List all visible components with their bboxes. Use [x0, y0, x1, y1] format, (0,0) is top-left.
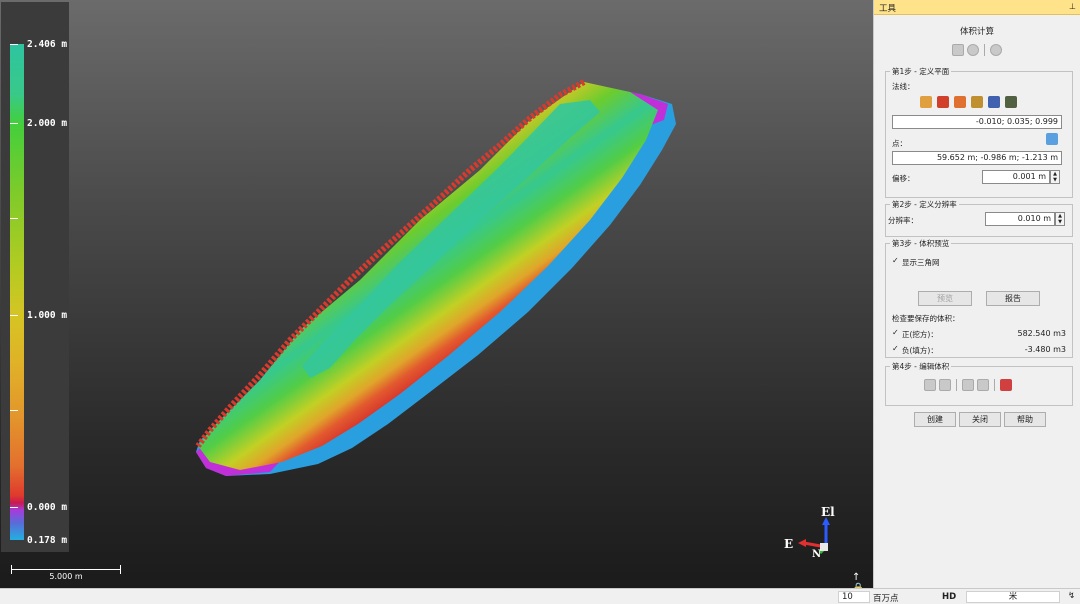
- normal-field[interactable]: -0.010; 0.035; 0.999: [892, 115, 1062, 129]
- resolution-stepper[interactable]: ▲ ▼: [1055, 212, 1065, 226]
- edit-volume-tools: [924, 378, 1012, 392]
- panel-header: 工具 ⊥: [874, 0, 1080, 15]
- check-volumes-label: 检查要保存的体积：: [892, 314, 960, 323]
- normal-label: 法线：: [892, 82, 915, 91]
- legend-label-1m: 1.000 m: [27, 310, 68, 321]
- legend-label-max: 2.406 m: [27, 39, 68, 50]
- offset-stepper[interactable]: ▲ ▼: [1050, 170, 1060, 184]
- legend-label-min: 0.178 m: [27, 535, 68, 546]
- histogram-icon[interactable]: [1000, 379, 1012, 391]
- legend-tick: [10, 44, 18, 45]
- positive-value: 582.540 m3: [1017, 329, 1066, 338]
- 3d-viewport[interactable]: 2.406 m 2.000 m 1.000 m 0.000 m 0.178 m …: [0, 0, 873, 588]
- resolution-label: 分辨率：: [888, 216, 918, 225]
- quality-label: HD: [942, 592, 957, 602]
- legend-tick: [10, 123, 18, 124]
- legend-color-bar: [10, 44, 24, 540]
- offset-field[interactable]: 0.001 m: [982, 170, 1050, 184]
- scale-bar: 5.000 m: [11, 564, 121, 581]
- axis-north-label: N: [812, 549, 822, 560]
- points-unit-label: 百万点: [873, 594, 899, 604]
- axis-up-label: El: [821, 505, 835, 519]
- fit-plane-icon[interactable]: [971, 96, 983, 108]
- negative-checkbox[interactable]: ✓: [892, 345, 900, 353]
- axis-plus-icon[interactable]: [954, 96, 966, 108]
- reset-icon[interactable]: [967, 44, 979, 56]
- elevation-color-legend: 2.406 m 2.000 m 1.000 m 0.000 m 0.178 m: [1, 2, 69, 552]
- legend-tick: [10, 507, 18, 508]
- step4-legend: 第4步 - 编辑体积: [892, 362, 950, 371]
- camera-icon[interactable]: [1005, 96, 1017, 108]
- cloud-icon[interactable]: [990, 44, 1002, 56]
- positive-checkbox[interactable]: ✓: [892, 329, 900, 337]
- step1-legend: 第1步 - 定义平面: [892, 67, 950, 76]
- status-bar: 10 百万点 HD 米 ↯: [0, 588, 1080, 604]
- unit-selector[interactable]: 米: [966, 591, 1060, 603]
- panel-title: 体积计算: [959, 27, 994, 37]
- merge-volume-icon[interactable]: [977, 379, 989, 391]
- help-button[interactable]: 帮助: [1004, 412, 1046, 427]
- scale-bar-label: 5.000 m: [49, 572, 83, 581]
- legend-tick: [10, 315, 18, 316]
- legend-tick: [10, 410, 18, 411]
- step2-legend: 第2步 - 定义分辨率: [892, 200, 957, 209]
- offset-label: 偏移：: [892, 174, 915, 183]
- point-cloud-volume-surface: [195, 79, 676, 476]
- points-count-field[interactable]: 10: [838, 591, 870, 603]
- step1-group: 第1步 - 定义平面 法线： -0.010; 0.035; 0.999 点： 5…: [885, 66, 1073, 198]
- legend-tick: [10, 218, 18, 219]
- point-field[interactable]: 59.652 m; -0.986 m; -1.213 m: [892, 151, 1062, 165]
- show-mesh-label: 显示三角网: [902, 258, 940, 267]
- normal-tools: [920, 95, 1017, 109]
- step4-group: 第4步 - 编辑体积: [885, 361, 1073, 406]
- pick-point-icon[interactable]: [1046, 133, 1058, 145]
- preview-button[interactable]: 预览: [918, 291, 972, 306]
- report-button[interactable]: 报告: [986, 291, 1040, 306]
- surface-select-icon[interactable]: [952, 44, 964, 56]
- point-label: 点：: [892, 139, 907, 148]
- step2-group: 第2步 - 定义分辨率 分辨率： 0.010 m ▲ ▼: [885, 199, 1073, 237]
- surface-main: [198, 82, 658, 470]
- plane-from-points-icon[interactable]: [920, 96, 932, 108]
- axis-east-label: E: [784, 537, 794, 551]
- panel-header-title: 工具: [879, 4, 897, 14]
- tools-panel: 工具 ⊥ 体积计算 第1步 - 定义平面 法线： -0.010; 0.035; …: [873, 0, 1080, 588]
- settings-icon[interactable]: ↯: [1068, 591, 1075, 601]
- positive-label: 正(挖方)：: [902, 330, 938, 339]
- step3-group: 第3步 - 体积预览 ✓ 显示三角网 预览 报告 检查要保存的体积： ✓ 正(挖…: [885, 238, 1073, 358]
- select-all-icon[interactable]: [924, 379, 936, 391]
- legend-label-0m: 0.000 m: [27, 502, 68, 513]
- volume-toolbar: [874, 43, 1080, 57]
- create-button[interactable]: 创建: [914, 412, 956, 427]
- resolution-field[interactable]: 0.010 m: [985, 212, 1055, 226]
- view-plane-icon[interactable]: [988, 96, 1000, 108]
- negative-label: 负(填方)：: [902, 346, 938, 355]
- close-button[interactable]: 关闭: [959, 412, 1001, 427]
- orientation-axes[interactable]: El E N: [780, 505, 850, 565]
- view-lock-icon[interactable]: ↑🔒: [852, 572, 872, 588]
- step3-legend: 第3步 - 体积预览: [892, 239, 950, 248]
- deselect-icon[interactable]: [939, 379, 951, 391]
- edit-volume-icon[interactable]: [962, 379, 974, 391]
- show-mesh-checkbox[interactable]: ✓: [892, 257, 900, 265]
- negative-value: -3.480 m3: [1024, 345, 1066, 354]
- pin-icon[interactable]: ⊥: [1069, 2, 1076, 11]
- pick-normal-icon[interactable]: [937, 96, 949, 108]
- legend-label-2m: 2.000 m: [27, 118, 68, 129]
